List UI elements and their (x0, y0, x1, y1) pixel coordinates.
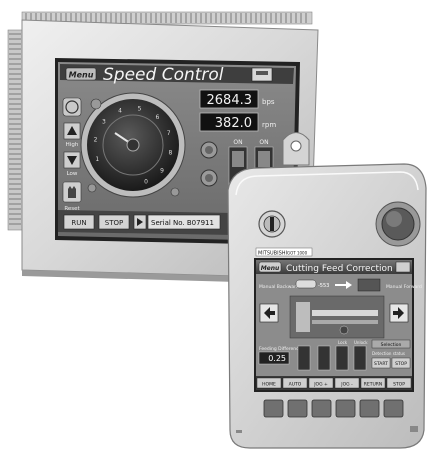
dial-number: 1 (95, 156, 99, 163)
hh-tab-label: JOG - (340, 382, 353, 388)
hh-title-icon-button[interactable] (395, 261, 411, 273)
hardware-key[interactable] (287, 399, 308, 418)
dial-number: 3 (102, 119, 106, 126)
dial-corner-knob-tl (90, 98, 102, 110)
handheld-screen: Menu Cutting Feed Correction Manual Back… (254, 258, 422, 392)
hh-tab-label: AUTO (289, 382, 302, 388)
dial-number: 2 (94, 136, 98, 143)
hh-screen-title: Cutting Feed Correction (286, 264, 393, 274)
hh-menu-label: Menu (261, 265, 280, 272)
feeding-label: Feeding Difference (259, 346, 302, 352)
left-indicator (236, 430, 242, 433)
handheld-terminal: MITSUBISHI GOT 1000 Menu Cutting Feed Co… (227, 132, 427, 449)
hardware-key[interactable] (359, 399, 380, 418)
hh-switch-3[interactable] (335, 345, 349, 371)
hh-tab-label: HOME (262, 382, 276, 388)
dial-corner-knob-bl (87, 183, 97, 193)
hh-stop-label: STOP (395, 361, 407, 367)
hh-tab-label: STOP (393, 382, 405, 388)
model-text: GOT 1000 (287, 251, 308, 256)
stop-label: STOP (105, 219, 123, 227)
dial-number: 8 (168, 150, 172, 157)
switch-1-on-label: ON (233, 139, 242, 146)
hh-switch-4[interactable] (353, 345, 367, 371)
low-label: Low (67, 171, 78, 177)
right-indicator (410, 426, 418, 432)
dial-number: 7 (167, 130, 171, 137)
hh-switch-1[interactable] (297, 345, 311, 371)
hardware-key[interactable] (335, 399, 356, 418)
readout-2-unit: rpm (262, 121, 276, 129)
hh-start-label: START (374, 361, 388, 367)
switch-2-on-label: ON (259, 139, 268, 146)
readout-2-value: 382.0 (215, 116, 252, 131)
readout-1-value: 2684.3 (207, 93, 253, 108)
unlock-label: Unlock (354, 340, 368, 345)
hardware-key[interactable] (311, 399, 332, 418)
menu-label: Menu (69, 71, 94, 80)
hh-tab-label: RETURN (364, 382, 383, 388)
brand-text: MITSUBISHI (258, 251, 287, 257)
dial-number: 4 (118, 107, 122, 114)
feeding-value: 0.25 (268, 354, 286, 363)
hardware-key[interactable] (263, 399, 284, 418)
high-label: High (66, 142, 79, 148)
speed-dial[interactable]: 1 2 3 4 5 6 7 8 9 0 (80, 92, 186, 198)
status-label: Detection status (372, 351, 405, 356)
target-box (357, 278, 381, 292)
dial-number: 9 (160, 167, 164, 174)
manual-forward-label: Manual Forward (386, 284, 422, 290)
readout-1-unit: bps (262, 98, 275, 106)
hh-tab-label: JOG + (313, 382, 328, 388)
side-vent-ridges (7, 29, 23, 231)
manual-backward-label: Manual Backward (259, 284, 299, 290)
product-photo: Menu Speed Control High Low Reset 1234 5… (7, 11, 427, 449)
lock-label: Lock (338, 340, 348, 345)
dial-corner-knob-br (170, 187, 180, 197)
left-button-column: High Low Reset (62, 97, 82, 212)
emergency-stop-button[interactable] (375, 201, 421, 247)
dial-number: 6 (155, 114, 159, 121)
machine-graphic (289, 295, 385, 339)
serial-label: Serial No. B07911 (151, 219, 214, 227)
hardware-key[interactable] (383, 399, 404, 418)
screen-title: Speed Control (103, 65, 224, 85)
hh-switch-2[interactable] (317, 345, 331, 371)
run-label: RUN (71, 219, 86, 227)
material-bar (295, 279, 317, 289)
selection-label: Selection (381, 342, 402, 348)
dial-number: 0 (144, 179, 148, 186)
dial-number: 5 (138, 106, 142, 113)
feed-value-tag: -553 (318, 283, 329, 289)
